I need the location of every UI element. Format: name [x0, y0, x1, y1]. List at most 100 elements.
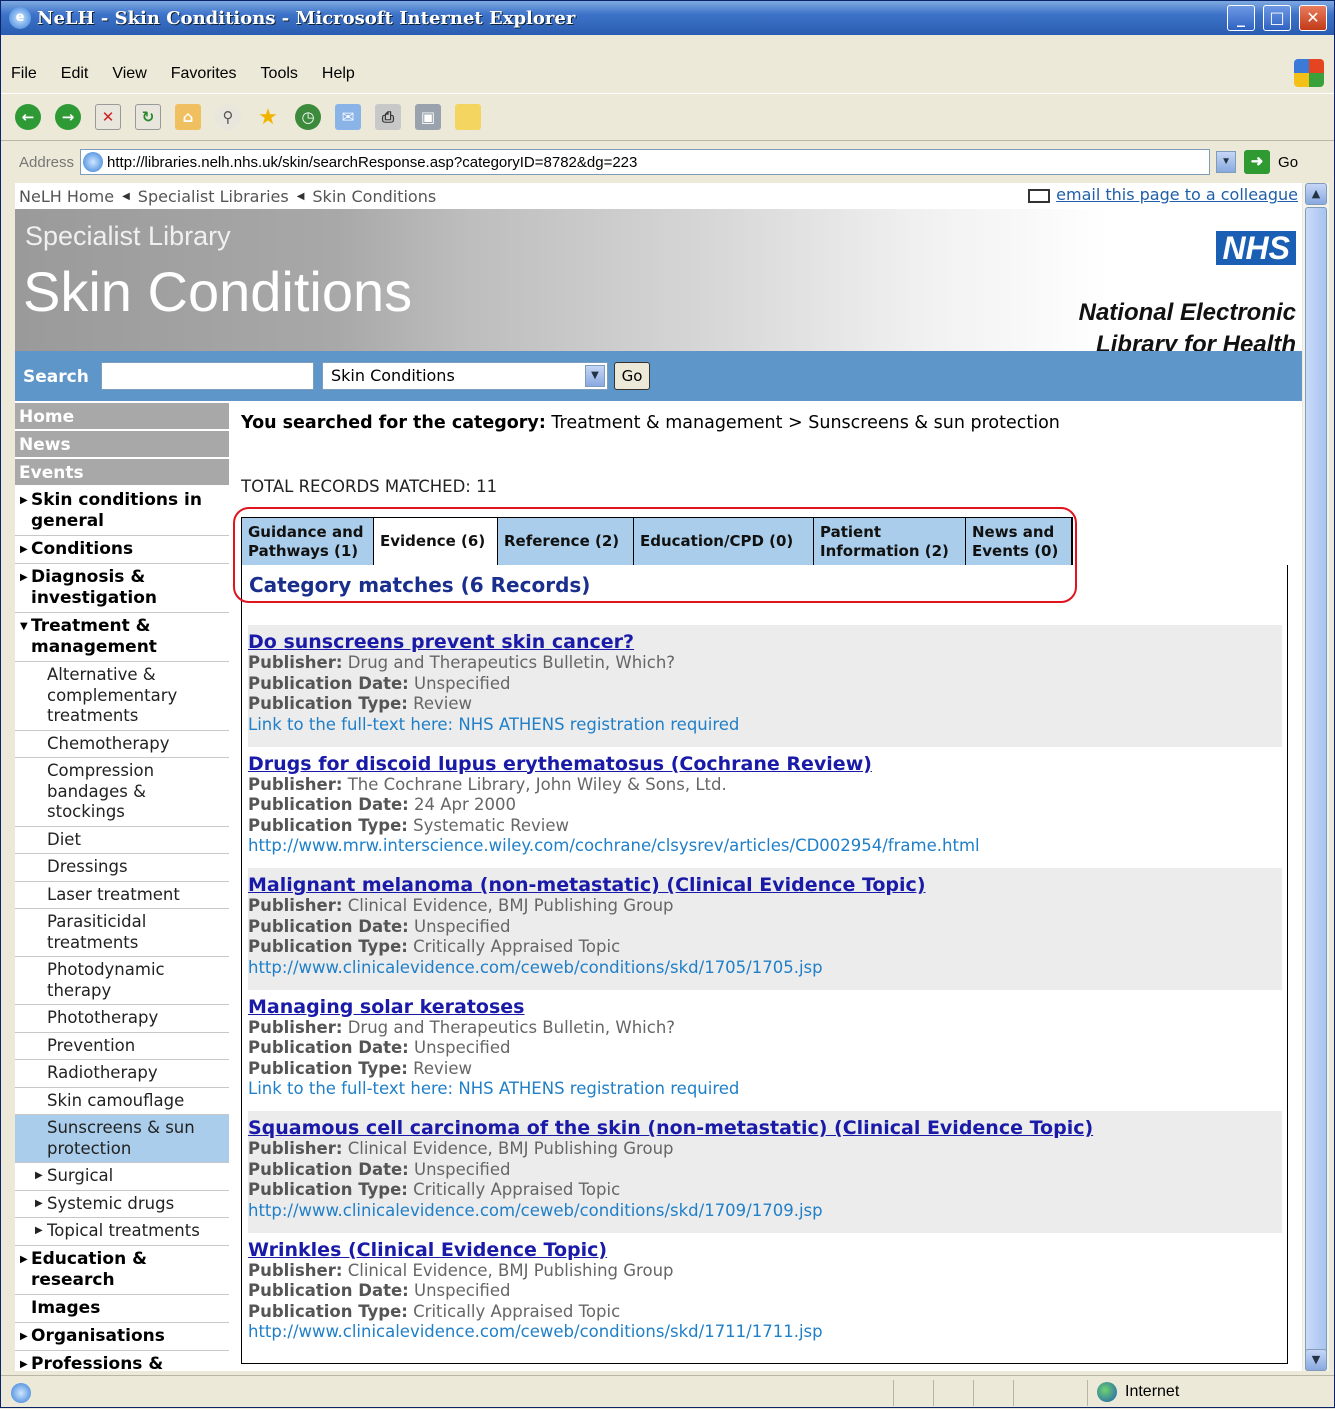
nav-sub-item[interactable]: Dressings [15, 854, 229, 882]
refresh-icon[interactable]: ↻ [135, 104, 161, 130]
nav-treatment[interactable]: ▼ Treatment & management [15, 613, 229, 662]
record-date: Publication Date: Unspecified [248, 1038, 1282, 1059]
nav-diagnosis[interactable]: ▶ Diagnosis & investigation [15, 564, 229, 613]
minimize-button[interactable]: _ [1227, 5, 1255, 31]
label: Publisher: [248, 1260, 343, 1280]
nav-sub-item[interactable]: Laser treatment [15, 882, 229, 909]
record-link[interactable]: Link to the full-text here: NHS ATHENS r… [248, 1079, 1282, 1100]
vertical-scrollbar[interactable]: ▲ ▼ [1303, 183, 1329, 1371]
record-title-link[interactable]: Drugs for discoid lupus erythematosus (C… [248, 753, 1282, 775]
scroll-down-icon[interactable]: ▼ [1305, 1349, 1327, 1371]
menu-edit[interactable]: Edit [61, 65, 89, 83]
search-bar: Search Skin Conditions ▼ Go [15, 351, 1302, 401]
record-title-link[interactable]: Managing solar keratoses [248, 996, 1282, 1018]
favorites-icon[interactable]: ★ [255, 104, 281, 130]
nav-sub-item[interactable]: Phototherapy [15, 1005, 229, 1033]
nav-sub-item[interactable]: Parasiticidal treatments [15, 909, 229, 957]
record-link[interactable]: http://www.clinicalevidence.com/ceweb/co… [248, 1322, 1282, 1343]
record-title-link[interactable]: Squamous cell carcinoma of the skin (non… [248, 1117, 1282, 1139]
address-input[interactable]: http://libraries.nelh.nhs.uk/skin/search… [80, 149, 1211, 175]
nav-sub-item[interactable]: Skin camouflage [15, 1088, 229, 1115]
toolbar: ← → ✕ ↻ ⌂ ⚲ ★ ◷ ✉ ⎙ ▣ [1, 93, 1334, 141]
menu-tools[interactable]: Tools [261, 65, 298, 83]
tab-evidence[interactable]: Evidence (6) [374, 518, 498, 565]
print-icon[interactable]: ⎙ [375, 104, 401, 130]
nav-conditions[interactable]: ▶ Conditions [15, 536, 229, 564]
label: Publication Type: [248, 694, 408, 713]
nav-sub-item[interactable]: Radiotherapy [15, 1060, 229, 1088]
nav-label: Diagnosis & investigation [31, 567, 157, 608]
nav-news[interactable]: News [15, 431, 229, 459]
close-button[interactable]: ✕ [1299, 5, 1327, 31]
record-link[interactable]: http://www.clinicalevidence.com/ceweb/co… [248, 958, 1282, 979]
crumb-skin[interactable]: Skin Conditions [312, 187, 436, 206]
mail-icon[interactable]: ✉ [335, 104, 361, 130]
nav-sub-topical[interactable]: ▶ Topical treatments [15, 1218, 229, 1246]
chevron-down-icon[interactable]: ▼ [585, 365, 605, 387]
triangle-right-icon: ▶ [20, 495, 28, 506]
menu-help[interactable]: Help [322, 65, 355, 83]
tab-reference[interactable]: Reference (2) [498, 518, 634, 565]
record-title-link[interactable]: Malignant melanoma (non-metastatic) (Cli… [248, 874, 1282, 896]
scroll-thumb[interactable] [1305, 207, 1327, 1371]
nav-professions[interactable]: ▶Professions & specialities [15, 1351, 229, 1372]
tab-patient-info[interactable]: Patient Information (2) [814, 518, 966, 565]
tab-education[interactable]: Education/CPD (0) [634, 518, 814, 565]
email-page-link[interactable]: email this page to a colleague [1028, 185, 1298, 204]
search-go-button[interactable]: Go [614, 362, 650, 390]
tab-news-events[interactable]: News and Events (0) [966, 518, 1072, 565]
menu-file[interactable]: File [11, 65, 37, 83]
address-dropdown-icon[interactable]: ▼ [1216, 151, 1237, 173]
site-banner: Specialist Library Skin Conditions NHS N… [15, 209, 1302, 358]
label: Publisher: [248, 1017, 343, 1037]
nav-sub-item[interactable]: Compression bandages & stockings [15, 758, 229, 827]
maximize-button[interactable]: □ [1263, 5, 1291, 31]
record-title-link[interactable]: Do sunscreens prevent skin cancer? [248, 631, 1282, 653]
tab-guidance[interactable]: Guidance and Pathways (1) [242, 518, 374, 565]
nav-home[interactable]: Home [15, 403, 229, 431]
triangle-right-icon: ▶ [20, 1253, 28, 1265]
email-page-label[interactable]: email this page to a colleague [1056, 185, 1298, 204]
nav-skin-general[interactable]: ▶ Skin conditions in general [15, 487, 229, 536]
history-icon[interactable]: ◷ [295, 104, 321, 130]
search-scope-select[interactable]: Skin Conditions ▼ [322, 362, 608, 390]
messenger-icon[interactable] [455, 104, 481, 130]
go-arrow-icon[interactable]: ➜ [1244, 150, 1271, 174]
record-link[interactable]: http://www.mrw.interscience.wiley.com/co… [248, 836, 1282, 857]
nav-images[interactable]: Images [15, 1295, 229, 1323]
nav-events[interactable]: Events [15, 459, 229, 487]
nav-sub-item[interactable]: Alternative & complementary treatments [15, 662, 229, 731]
nav-sub-item[interactable]: Chemotherapy [15, 731, 229, 758]
nav-sub-item[interactable]: Photodynamic therapy [15, 957, 229, 1005]
edit-icon[interactable]: ▣ [415, 104, 441, 130]
search-icon[interactable]: ⚲ [215, 104, 241, 130]
label: Publication Type: [248, 1180, 408, 1199]
forward-icon[interactable]: → [55, 104, 81, 130]
nav-sub-systemic[interactable]: ▶ Systemic drugs [15, 1191, 229, 1218]
go-button[interactable]: Go [1278, 154, 1298, 171]
search-input[interactable] [101, 362, 314, 390]
record-link[interactable]: Link to the full-text here: NHS ATHENS r… [248, 715, 1282, 736]
status-bar: Internet [1, 1375, 1334, 1409]
nav-sub-surgical[interactable]: ▶ Surgical [15, 1163, 229, 1191]
record-date: Publication Date: Unspecified [248, 1281, 1282, 1302]
record-date: Publication Date: Unspecified [248, 674, 1282, 695]
nav-organisations[interactable]: ▶ Organisations [15, 1323, 229, 1351]
nav-sub-item-active[interactable]: Sunscreens & sun protection [15, 1115, 229, 1163]
scroll-up-icon[interactable]: ▲ [1305, 183, 1327, 205]
nav-sub-item[interactable]: Prevention [15, 1033, 229, 1060]
nav-sub-item[interactable]: Diet [15, 827, 229, 854]
back-icon[interactable]: ← [15, 104, 41, 130]
status-divider [973, 1380, 974, 1406]
crumb-libraries[interactable]: Specialist Libraries [138, 187, 289, 206]
record-title-link[interactable]: Wrinkles (Clinical Evidence Topic) [248, 1239, 1282, 1261]
stop-icon[interactable]: ✕ [95, 104, 121, 130]
label: Publication Type: [248, 937, 408, 956]
record-publisher: Publisher: The Cochrane Library, John Wi… [248, 775, 1282, 796]
home-icon[interactable]: ⌂ [175, 104, 201, 130]
nav-education[interactable]: ▶ Education & research [15, 1246, 229, 1295]
crumb-home[interactable]: NeLH Home [19, 187, 114, 206]
menu-view[interactable]: View [112, 65, 146, 83]
record-link[interactable]: http://www.clinicalevidence.com/ceweb/co… [248, 1201, 1282, 1222]
menu-favorites[interactable]: Favorites [171, 65, 237, 83]
